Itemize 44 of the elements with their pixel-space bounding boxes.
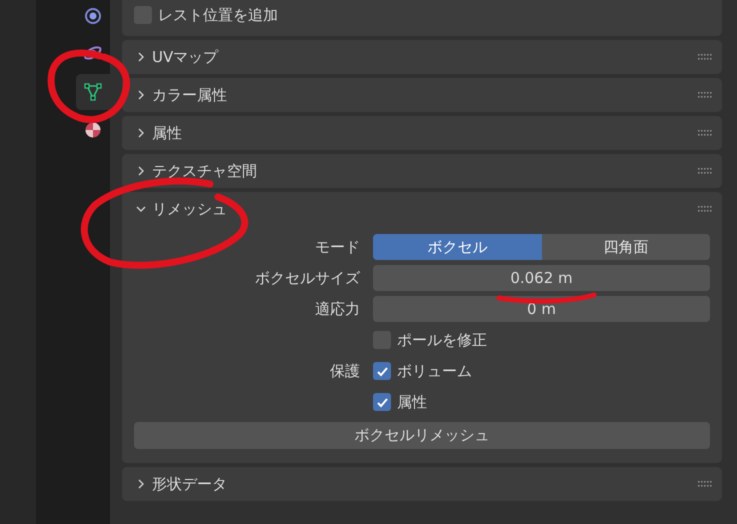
mode-option[interactable]: ボクセル <box>373 234 542 260</box>
checkbox-label: ポールを修正 <box>397 330 487 350</box>
field-label: 適応力 <box>314 300 360 318</box>
panel-title: 属性 <box>152 124 183 142</box>
chevron-right-icon <box>136 165 146 177</box>
drag-handle-icon[interactable] <box>698 481 712 487</box>
panel-title: カラー属性 <box>152 86 228 104</box>
drag-handle-icon[interactable] <box>698 168 712 174</box>
number-field[interactable]: 0 m <box>373 296 710 322</box>
checkbox-label: 属性 <box>397 392 427 412</box>
field-label: 保護 <box>329 362 360 380</box>
checkered-sphere-icon <box>84 121 102 139</box>
check-icon <box>376 364 388 378</box>
drag-handle-icon[interactable] <box>698 54 712 60</box>
field-label: モード <box>314 238 360 256</box>
panel-title: リメッシュ <box>152 200 228 218</box>
panel-title: テクスチャ空間 <box>152 162 258 180</box>
panel-header[interactable]: リメッシュ <box>122 192 722 226</box>
chevron-right-icon <box>136 478 146 490</box>
chevron-right-icon <box>136 127 146 139</box>
panel-header[interactable]: カラー属性 <box>122 78 722 112</box>
drag-handle-icon[interactable] <box>698 92 712 98</box>
remesh-button[interactable]: ボクセルリメッシュ <box>134 422 710 449</box>
checkbox-label: ボリューム <box>397 362 472 380</box>
panel-header[interactable]: 形状データ <box>122 467 722 501</box>
mode-option[interactable]: 四角面 <box>542 234 710 260</box>
chevron-right-icon <box>136 51 146 63</box>
checkbox[interactable] <box>373 393 391 411</box>
panel-header[interactable]: テクスチャ空間 <box>122 154 722 188</box>
object-icon <box>84 7 102 25</box>
panel-title: 形状データ <box>152 474 228 494</box>
panel-header[interactable]: 属性 <box>122 116 722 150</box>
number-field[interactable]: 0.062 m <box>373 265 710 291</box>
drag-handle-icon[interactable] <box>698 206 712 212</box>
field-label: ボクセルサイズ <box>254 268 360 288</box>
chevron-right-icon <box>136 89 146 101</box>
panel-header[interactable]: UVマップ <box>122 40 722 74</box>
drag-handle-icon[interactable] <box>698 130 712 136</box>
check-icon <box>376 396 388 408</box>
properties-tab[interactable] <box>76 74 110 110</box>
panel-title: UVマップ <box>152 48 220 66</box>
checkbox[interactable] <box>373 362 391 380</box>
checkbox-label: レスト位置を追加 <box>158 6 278 24</box>
mesh-triangle-icon <box>84 83 102 101</box>
